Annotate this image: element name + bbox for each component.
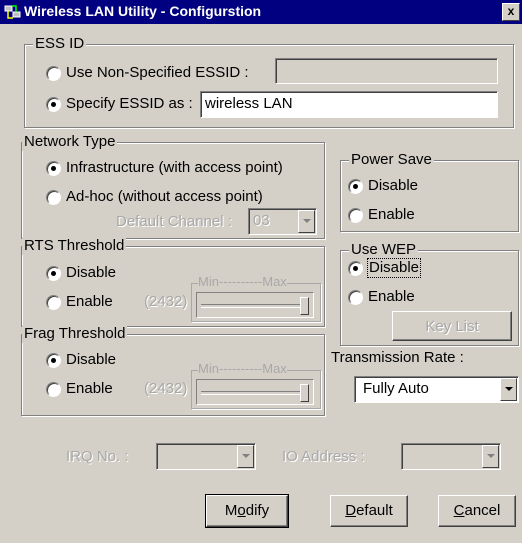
chevron-down-icon[interactable]	[237, 445, 254, 468]
non-specified-essid-field[interactable]	[275, 58, 498, 84]
rts-enable-label: Enable	[66, 293, 113, 310]
power-save-group: Power Save	[340, 151, 519, 232]
key-list-button[interactable]: Key List	[392, 311, 512, 341]
rts-slider-frame: Min----------Max	[191, 274, 321, 322]
modify-label-pre: M	[224, 502, 238, 519]
frag-slider-track	[201, 391, 309, 395]
io-address-label: IO Address :	[282, 448, 365, 465]
rts-slider[interactable]	[196, 292, 314, 318]
rts-slider-track	[201, 304, 309, 308]
wep-disable-radio[interactable]	[348, 261, 363, 276]
use-non-specified-essid-radio[interactable]	[46, 66, 61, 81]
transmission-rate-select[interactable]: Fully Auto	[354, 376, 519, 403]
default-channel-label: Default Channel :	[116, 213, 232, 230]
frag-disable-label: Disable	[66, 351, 117, 368]
power-save-enable-radio[interactable]	[348, 208, 363, 223]
wep-enable-radio[interactable]	[348, 290, 363, 305]
ad-hoc-label: Ad-hoc (without access point)	[66, 188, 263, 205]
chevron-down-icon[interactable]	[298, 210, 315, 233]
essid-field[interactable]: wireless LAN	[200, 91, 498, 118]
io-address-select[interactable]	[401, 443, 501, 470]
irq-label: IRQ No. :	[66, 448, 129, 465]
infrastructure-label: Infrastructure (with access point)	[66, 159, 283, 176]
modify-button[interactable]: Modify	[205, 494, 289, 528]
power-save-enable-label: Enable	[368, 206, 415, 223]
rts-slider-thumb[interactable]	[300, 297, 309, 315]
rts-minmax-label: Min----------Max	[198, 274, 287, 290]
use-non-specified-essid-label: Use Non-Specified ESSID :	[66, 64, 249, 81]
frag-enable-label: Enable	[66, 380, 113, 397]
wep-enable-label: Enable	[368, 288, 415, 305]
frag-threshold-legend: Frag Threshold	[22, 325, 128, 343]
power-save-legend: Power Save	[349, 151, 434, 169]
modify-label-post: dify	[245, 502, 270, 519]
frag-slider-frame: Min----------Max	[191, 361, 321, 409]
rts-disable-label: Disable	[66, 264, 117, 281]
frag-slider[interactable]	[196, 379, 314, 405]
network-type-legend: Network Type	[22, 133, 118, 151]
ad-hoc-radio[interactable]	[46, 190, 61, 205]
rts-value-label: (2432)	[144, 293, 188, 310]
specify-essid-radio[interactable]	[46, 97, 61, 112]
wep-disable-label: Disable	[366, 258, 422, 278]
rts-enable-radio[interactable]	[46, 295, 61, 310]
infrastructure-radio[interactable]	[46, 161, 61, 176]
network-computers-icon	[4, 5, 21, 19]
cancel-button[interactable]: Cancel	[438, 495, 516, 527]
window-title: Wireless LAN Utility - Configurstion	[24, 3, 262, 19]
default-button[interactable]: Default	[330, 495, 408, 527]
specify-essid-label: Specify ESSID as :	[66, 95, 193, 112]
frag-value-label: (2432)	[144, 380, 188, 397]
chevron-down-icon[interactable]	[482, 445, 499, 468]
power-save-disable-label: Disable	[368, 177, 419, 194]
use-wep-legend: Use WEP	[349, 241, 419, 259]
ess-id-legend: ESS ID	[33, 35, 87, 53]
chevron-down-icon[interactable]	[500, 378, 517, 401]
close-button[interactable]: x	[502, 3, 520, 21]
default-label-accel: D	[345, 502, 357, 519]
default-label-post: efault	[356, 502, 393, 519]
frag-enable-radio[interactable]	[46, 382, 61, 397]
rts-threshold-legend: RTS Threshold	[22, 237, 127, 255]
irq-select[interactable]	[156, 443, 256, 470]
cancel-label-accel: C	[453, 502, 465, 519]
transmission-rate-label: Transmission Rate :	[331, 349, 464, 366]
frag-disable-radio[interactable]	[46, 353, 61, 368]
title-bar: Wireless LAN Utility - Configurstion x	[0, 0, 522, 24]
modify-label-accel: o	[237, 502, 246, 519]
power-save-disable-radio[interactable]	[348, 179, 363, 194]
transmission-rate-value: Fully Auto	[363, 380, 429, 397]
default-channel-value: 03	[253, 212, 270, 229]
rts-disable-radio[interactable]	[46, 266, 61, 281]
cancel-label-post: ancel	[464, 502, 501, 519]
default-channel-select[interactable]: 03	[248, 208, 317, 235]
frag-minmax-label: Min----------Max	[198, 361, 287, 377]
frag-slider-thumb[interactable]	[300, 384, 309, 402]
